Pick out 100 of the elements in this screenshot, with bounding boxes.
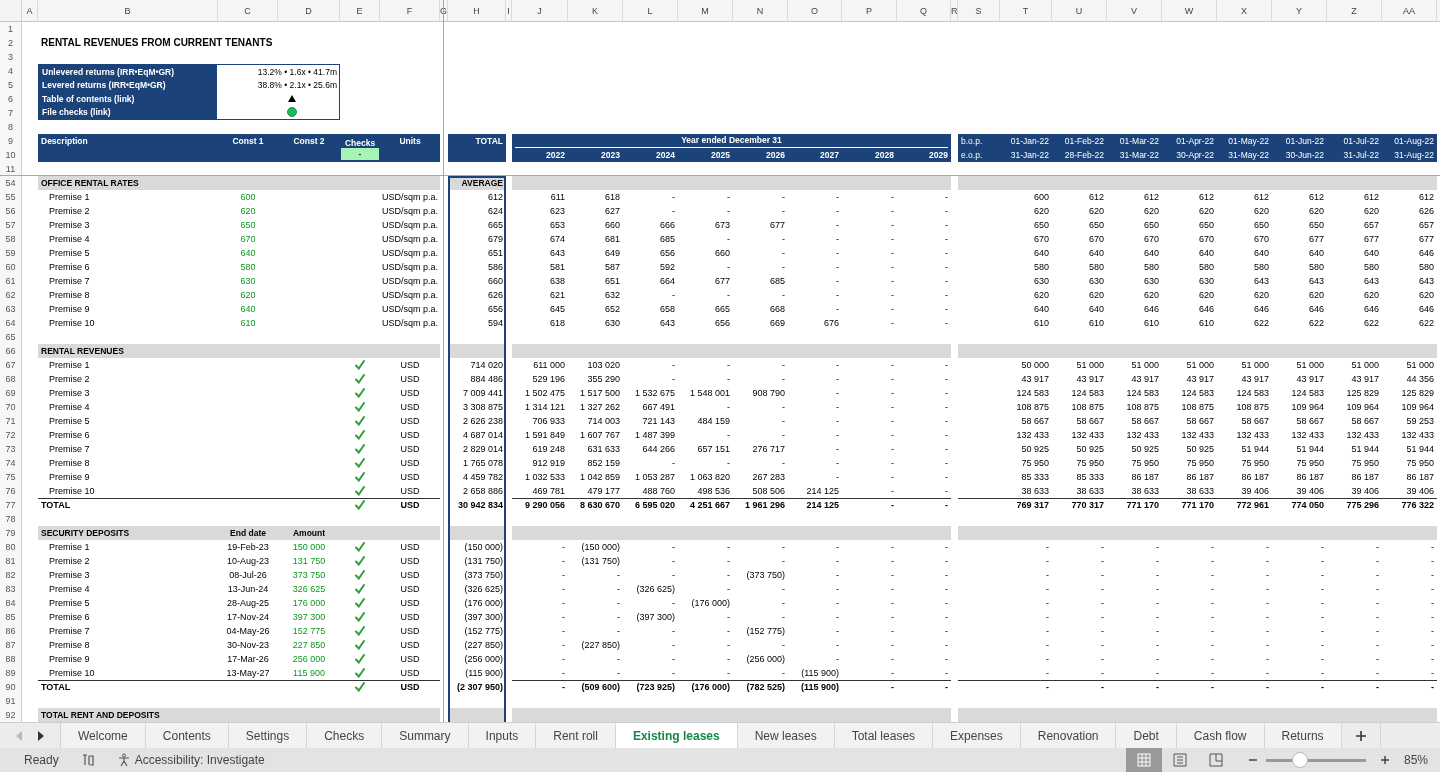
row-header[interactable]: 88 xyxy=(0,652,22,666)
row-header[interactable]: 77 xyxy=(0,498,22,512)
row-header[interactable]: 54 xyxy=(0,176,22,190)
sheet-tab[interactable]: Expenses xyxy=(933,723,1021,748)
column-header[interactable]: X xyxy=(1217,0,1272,22)
column-header[interactable]: H xyxy=(448,0,506,22)
sheet-tab[interactable]: Returns xyxy=(1264,723,1342,748)
row-header[interactable]: 67 xyxy=(0,358,22,372)
zoom-level[interactable]: 85% xyxy=(1403,753,1428,767)
sheet-tab[interactable]: Debt xyxy=(1116,723,1177,748)
row-header[interactable]: 91 xyxy=(0,694,22,708)
row-header[interactable]: 10 xyxy=(0,148,22,162)
row-header[interactable]: 71 xyxy=(0,414,22,428)
column-header[interactable]: F xyxy=(380,0,440,22)
column-header[interactable]: E xyxy=(340,0,380,22)
row-header[interactable]: 62 xyxy=(0,288,22,302)
row-header[interactable]: 57 xyxy=(0,218,22,232)
slider-thumb[interactable] xyxy=(1291,752,1308,768)
column-header[interactable]: M xyxy=(678,0,733,22)
sheet-tab[interactable]: Inputs xyxy=(468,723,537,748)
zoom-in-icon[interactable] xyxy=(1379,755,1390,765)
row-header[interactable]: 2 xyxy=(0,36,22,50)
row-header[interactable]: 87 xyxy=(0,638,22,652)
sheet-tab[interactable]: Settings xyxy=(228,723,308,748)
column-header[interactable]: P xyxy=(842,0,897,22)
row-header[interactable]: 66 xyxy=(0,344,22,358)
sheet-tab[interactable]: Total leases xyxy=(834,723,934,748)
sheet-tab[interactable]: Existing leases xyxy=(615,723,738,748)
row-header[interactable]: 55 xyxy=(0,190,22,204)
column-header[interactable]: C xyxy=(218,0,278,22)
column-header[interactable]: B xyxy=(38,0,218,22)
column-header[interactable]: S xyxy=(958,0,1000,22)
row-header[interactable]: 90 xyxy=(0,680,22,694)
column-header[interactable]: Z xyxy=(1327,0,1382,22)
row-header[interactable]: 83 xyxy=(0,582,22,596)
sheet-tab[interactable]: New leases xyxy=(737,723,835,748)
row-header[interactable]: 65 xyxy=(0,330,22,344)
row-header[interactable]: 80 xyxy=(0,540,22,554)
row-header[interactable]: 11 xyxy=(0,162,22,176)
next-sheet-icon[interactable] xyxy=(37,730,46,741)
sheet-tab[interactable]: Welcome xyxy=(61,723,146,748)
sheet-tab[interactable]: Contents xyxy=(145,723,229,748)
row-header[interactable]: 60 xyxy=(0,260,22,274)
sheet-tab[interactable]: Renovation xyxy=(1020,723,1117,748)
row-header[interactable]: 5 xyxy=(0,78,22,92)
column-header[interactable]: Q xyxy=(897,0,951,22)
row-header[interactable]: 75 xyxy=(0,470,22,484)
column-header[interactable]: J xyxy=(512,0,568,22)
column-header[interactable]: AA xyxy=(1382,0,1437,22)
row-header[interactable]: 86 xyxy=(0,624,22,638)
column-header[interactable]: O xyxy=(788,0,842,22)
column-header[interactable]: W xyxy=(1162,0,1217,22)
column-header[interactable]: K xyxy=(568,0,623,22)
view-button[interactable] xyxy=(1125,748,1162,772)
sheet-tab[interactable]: Checks xyxy=(307,723,383,748)
accessibility-status[interactable]: Accessibility: Investigate xyxy=(134,753,265,767)
row-header[interactable]: 7 xyxy=(0,106,22,120)
row-header[interactable]: 74 xyxy=(0,456,22,470)
row-header[interactable]: 59 xyxy=(0,246,22,260)
row-header[interactable]: 64 xyxy=(0,316,22,330)
sheet-tab[interactable]: Rent roll xyxy=(536,723,616,748)
row-header[interactable]: 70 xyxy=(0,400,22,414)
column-header[interactable]: D xyxy=(278,0,340,22)
macro-record-icon[interactable] xyxy=(80,753,95,767)
row-header[interactable]: 58 xyxy=(0,232,22,246)
row-header[interactable]: 6 xyxy=(0,92,22,106)
sheet-tab[interactable]: Summary xyxy=(382,723,469,748)
accessibility-icon[interactable] xyxy=(116,753,131,767)
row-header[interactable]: 82 xyxy=(0,568,22,582)
row-header[interactable]: 4 xyxy=(0,64,22,78)
row-header[interactable]: 9 xyxy=(0,134,22,148)
row-header[interactable]: 61 xyxy=(0,274,22,288)
column-header[interactable]: V xyxy=(1107,0,1162,22)
row-header[interactable]: 68 xyxy=(0,372,22,386)
row-header[interactable]: 56 xyxy=(0,204,22,218)
column-header[interactable]: Y xyxy=(1272,0,1327,22)
column-header[interactable]: U xyxy=(1052,0,1107,22)
row-header[interactable]: 85 xyxy=(0,610,22,624)
row-header[interactable]: 73 xyxy=(0,442,22,456)
row-header[interactable]: 81 xyxy=(0,554,22,568)
row-header[interactable]: 92 xyxy=(0,708,22,722)
row-header[interactable]: 89 xyxy=(0,666,22,680)
row-header[interactable]: 79 xyxy=(0,526,22,540)
column-header[interactable]: N xyxy=(733,0,788,22)
status-dot[interactable] xyxy=(287,107,297,118)
sheet-tab[interactable]: Cash flow xyxy=(1176,723,1265,748)
row-header[interactable]: 1 xyxy=(0,22,22,36)
triangle-icon[interactable] xyxy=(288,95,296,103)
row-header[interactable]: 78 xyxy=(0,512,22,526)
row-header[interactable]: 72 xyxy=(0,428,22,442)
row-header[interactable]: 63 xyxy=(0,302,22,316)
column-header[interactable]: A xyxy=(22,0,38,22)
column-header[interactable]: L xyxy=(623,0,678,22)
row-header[interactable]: 84 xyxy=(0,596,22,610)
column-header[interactable]: T xyxy=(1000,0,1052,22)
row-header[interactable]: 76 xyxy=(0,484,22,498)
row-header[interactable]: 69 xyxy=(0,386,22,400)
row-header[interactable]: 8 xyxy=(0,120,22,134)
column-header[interactable]: I xyxy=(506,0,512,22)
row-header[interactable]: 3 xyxy=(0,50,22,64)
